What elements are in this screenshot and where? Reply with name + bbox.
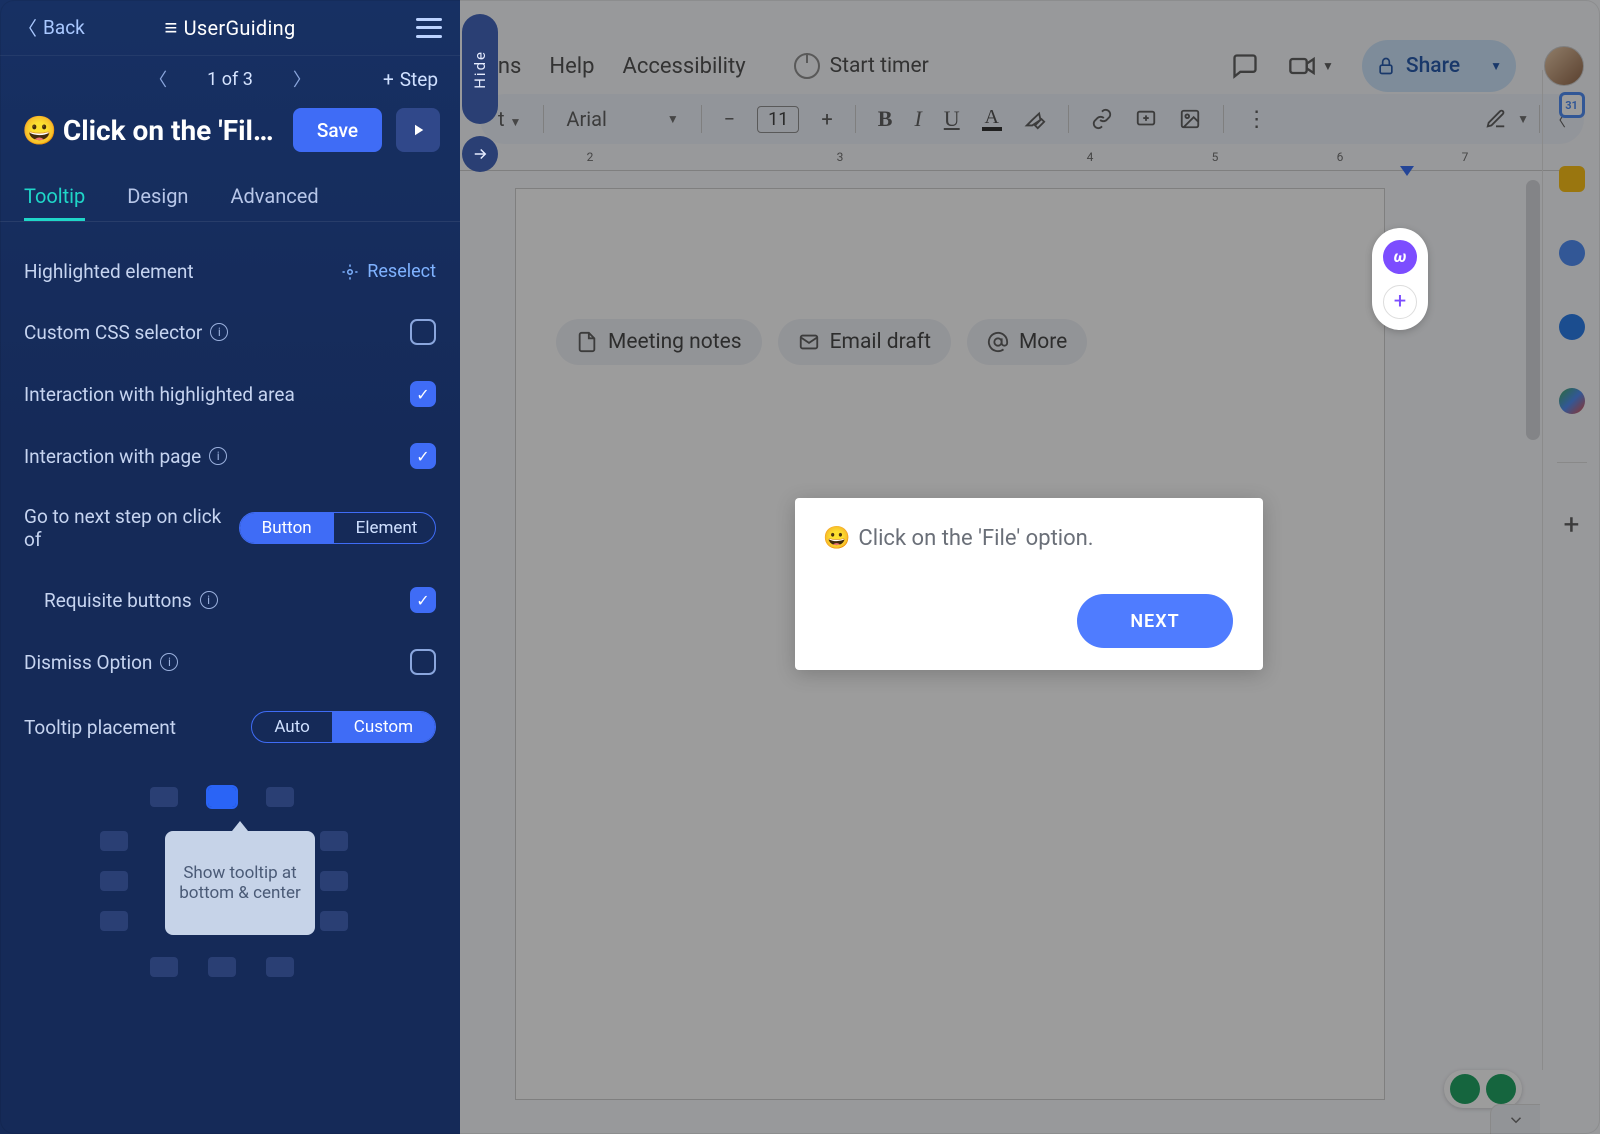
placement-slot-lm[interactable] — [100, 871, 128, 891]
placement-slot-rm[interactable] — [320, 871, 348, 891]
interaction-page-label: Interaction with page — [24, 445, 201, 468]
logo-mark-icon: ≡ — [164, 15, 177, 41]
title-emoji: 😀 — [22, 114, 57, 147]
tooltip-preview: 😀 Click on the 'File' option. NEXT — [795, 498, 1263, 670]
panel-tabs: Tooltip Design Advanced — [0, 166, 460, 222]
tab-tooltip[interactable]: Tooltip — [24, 174, 85, 221]
preview-play-button[interactable] — [396, 108, 440, 152]
reselect-button[interactable]: Reselect — [341, 261, 436, 282]
interaction-area-toggle[interactable]: ✓ — [410, 381, 436, 407]
placement-slot-br[interactable] — [266, 957, 294, 977]
target-icon — [341, 263, 359, 281]
info-icon[interactable]: i — [209, 447, 227, 465]
placement-slot-rt[interactable] — [320, 831, 348, 851]
placement-hint: Show tooltip at bottom & center — [173, 863, 307, 903]
css-selector-label: Custom CSS selector — [24, 321, 202, 344]
placement-segmented: Auto Custom — [251, 711, 436, 743]
interaction-page-toggle[interactable]: ✓ — [410, 443, 436, 469]
step-counter: 1 of 3 — [207, 69, 253, 90]
add-step-button[interactable]: + Step — [383, 68, 438, 91]
next-step-button[interactable]: 〉 — [293, 66, 311, 92]
step-title: 😀 Click on the 'Fil… — [22, 114, 279, 147]
requisite-label: Requisite buttons — [44, 589, 192, 612]
placement-slot-tr[interactable] — [266, 787, 294, 807]
menu-icon[interactable] — [416, 18, 442, 38]
plus-icon: + — [383, 68, 394, 91]
dismiss-label: Dismiss Option — [24, 651, 152, 674]
collapse-panel-button[interactable] — [462, 136, 498, 172]
save-label: Save — [317, 119, 358, 142]
goto-label: Go to next step on click of — [24, 505, 239, 551]
widget-logo-icon[interactable]: ω — [1383, 240, 1417, 274]
info-icon[interactable]: i — [200, 591, 218, 609]
placement-slot-lt[interactable] — [100, 831, 128, 851]
goto-option-element[interactable]: Element — [334, 513, 436, 543]
placement-slot-lb[interactable] — [100, 911, 128, 931]
widget-add-icon[interactable]: + — [1383, 285, 1417, 319]
save-button[interactable]: Save — [293, 108, 382, 152]
info-icon[interactable]: i — [210, 323, 228, 341]
placement-slot-bl[interactable] — [150, 957, 178, 977]
placement-slot-tl[interactable] — [150, 787, 178, 807]
brand-label: UserGuiding — [184, 16, 296, 40]
tooltip-text: Click on the 'File' option. — [858, 526, 1093, 551]
hide-label: Hide — [471, 50, 489, 89]
tooltip-emoji: 😀 — [823, 526, 850, 551]
reselect-label: Reselect — [367, 261, 436, 282]
next-label: NEXT — [1130, 611, 1179, 632]
title-text: Click on the 'Fil… — [63, 114, 274, 147]
tooltip-next-button[interactable]: NEXT — [1077, 594, 1233, 648]
placement-label: Tooltip placement — [24, 716, 176, 739]
placement-slot-bc[interactable] — [208, 957, 236, 977]
prev-step-button[interactable]: 〈 — [149, 66, 167, 92]
placement-preview: Show tooltip at bottom & center — [165, 831, 315, 935]
back-label: Back — [43, 16, 85, 39]
placement-grid: Show tooltip at bottom & center — [110, 787, 350, 987]
interaction-area-label: Interaction with highlighted area — [24, 383, 295, 406]
floating-widget[interactable]: ω + — [1372, 228, 1428, 330]
userguiding-panel: 〈 Back ≡ UserGuiding 〈 1 of 3 〉 + Step 😀… — [0, 0, 460, 1134]
placement-option-auto[interactable]: Auto — [252, 712, 331, 742]
css-selector-toggle[interactable] — [410, 319, 436, 345]
goto-segmented: Button Element — [239, 512, 436, 544]
back-button[interactable]: 〈 Back — [18, 14, 85, 41]
highlighted-element-label: Highlighted element — [24, 260, 194, 283]
placement-slot-tc[interactable] — [208, 787, 236, 807]
placement-option-custom[interactable]: Custom — [332, 712, 435, 742]
add-step-label: Step — [400, 68, 438, 91]
placement-slot-rb[interactable] — [320, 911, 348, 931]
tab-design[interactable]: Design — [127, 174, 188, 221]
brand-logo: ≡ UserGuiding — [164, 15, 295, 41]
goto-option-button[interactable]: Button — [240, 513, 334, 543]
info-icon[interactable]: i — [160, 653, 178, 671]
requisite-toggle[interactable]: ✓ — [410, 587, 436, 613]
hide-panel-tab[interactable]: Hide — [462, 14, 498, 124]
chevron-left-icon: 〈 — [18, 14, 37, 41]
dismiss-toggle[interactable] — [410, 649, 436, 675]
tab-advanced[interactable]: Advanced — [230, 174, 318, 221]
